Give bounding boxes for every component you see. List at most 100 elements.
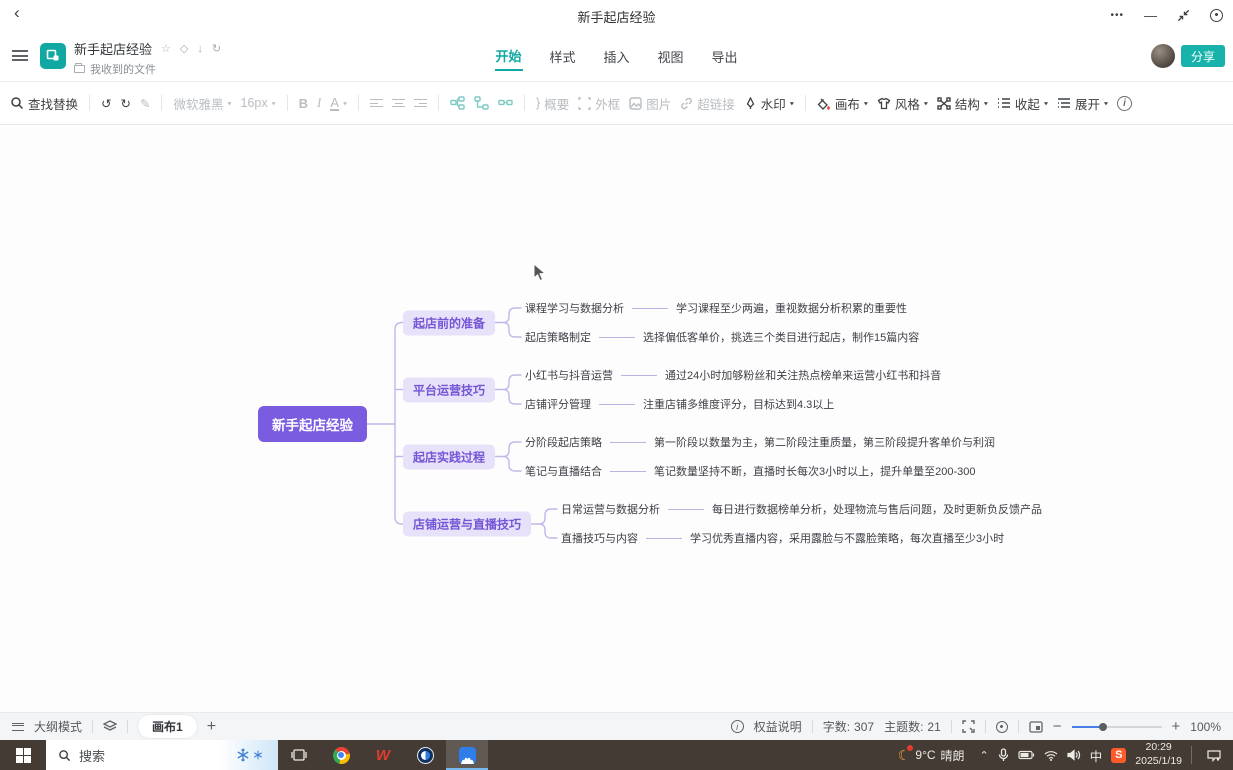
font-color-button[interactable]: A▾ bbox=[330, 96, 347, 111]
mindmap-detail[interactable]: 学习课程至少两遍，重视数据分析积累的重要性 bbox=[676, 300, 907, 316]
expand-button[interactable]: 展开▾ bbox=[1057, 94, 1108, 113]
font-size-select[interactable]: 16px▾ bbox=[241, 96, 276, 110]
mindmap-branch-node[interactable]: 店铺运营与直播技巧 bbox=[403, 512, 531, 537]
align-left-icon[interactable] bbox=[370, 97, 383, 110]
rights-link[interactable]: 权益说明 bbox=[754, 718, 802, 735]
align-right-icon[interactable] bbox=[414, 97, 427, 110]
document-header: 新手起店经验 ☆ ◇ ↓ ↻ 我收到的文件 开始 样式 插入 视图 导出 分享 bbox=[0, 30, 1233, 82]
weather-promo[interactable] bbox=[220, 740, 278, 770]
taskbar-app-chrome[interactable] bbox=[320, 740, 362, 770]
snowflake-icon bbox=[253, 750, 263, 760]
mindmap-detail[interactable]: 第一阶段以数量为主，第二阶段注重质量，第三阶段提升客单价与利润 bbox=[654, 434, 995, 450]
font-name-select[interactable]: 微软雅黑▾ bbox=[173, 94, 231, 113]
mindmap-detail[interactable]: 通过24小时加够粉丝和关注热点榜单来运营小红书和抖音 bbox=[665, 367, 941, 383]
volume-icon[interactable] bbox=[1067, 749, 1081, 761]
mindmap-subtopic[interactable]: 课程学习与数据分析 bbox=[525, 300, 624, 316]
taskbar-search-input[interactable]: 搜索 bbox=[46, 740, 278, 770]
record-icon[interactable] bbox=[1210, 9, 1223, 22]
mindmap-branch-node[interactable]: 起店实践过程 bbox=[403, 444, 495, 469]
mindmap-subtopic[interactable]: 分阶段起店策略 bbox=[525, 434, 602, 450]
mindmap-detail[interactable]: 每日进行数据榜单分析，处理物流与售后问题，及时更新负反馈产品 bbox=[712, 501, 1042, 517]
mindmap-detail[interactable]: 学习优秀直播内容，采用露脸与不露脸策略，每次直播至少3小时 bbox=[690, 530, 1004, 546]
ime-indicator[interactable]: 中 bbox=[1090, 746, 1103, 765]
file-name[interactable]: 新手起店经验 bbox=[74, 39, 152, 58]
redo-button[interactable]: ↻ bbox=[121, 96, 131, 111]
mindmap-subtopic[interactable]: 起店策略制定 bbox=[525, 329, 591, 345]
italic-button[interactable]: I bbox=[317, 95, 321, 111]
align-center-icon[interactable] bbox=[392, 97, 405, 110]
mindmap-detail[interactable]: 注重店铺多维度评分，目标达到4.3以上 bbox=[643, 396, 834, 412]
mindmap-detail[interactable]: 笔记数量坚持不断，直播时长每次3小时以上，提升单量至200-300 bbox=[654, 463, 976, 479]
locate-center-icon[interactable] bbox=[996, 721, 1008, 733]
style-button[interactable]: 风格▾ bbox=[877, 94, 928, 113]
outline-button[interactable]: }概要 bbox=[536, 94, 569, 113]
zoom-slider[interactable] bbox=[1072, 726, 1162, 728]
minimap-icon[interactable] bbox=[1029, 721, 1043, 733]
task-view-button[interactable] bbox=[278, 740, 320, 770]
mindmap-subtopic[interactable]: 直播技巧与内容 bbox=[561, 530, 638, 546]
tab-style[interactable]: 样式 bbox=[548, 43, 576, 70]
taskbar-app-mindmap[interactable] bbox=[446, 740, 488, 770]
insert-subtopic-icon[interactable] bbox=[450, 96, 465, 110]
mindmap-branch-node[interactable]: 起店前的准备 bbox=[403, 310, 495, 335]
zoom-out-button[interactable]: − bbox=[1053, 718, 1062, 735]
find-replace-button[interactable]: 查找替换 bbox=[10, 94, 78, 113]
image-button[interactable]: 图片 bbox=[629, 94, 671, 113]
sheet-tab-canvas1[interactable]: 画布1 bbox=[138, 715, 197, 738]
tab-start[interactable]: 开始 bbox=[494, 42, 522, 71]
bold-button[interactable]: B bbox=[299, 96, 308, 111]
tag-icon[interactable]: ◇ bbox=[180, 42, 188, 55]
more-options-icon[interactable]: ••• bbox=[1110, 10, 1124, 21]
history-icon[interactable]: ↻ bbox=[212, 42, 221, 55]
clock-widget[interactable]: 20:29 2025/1/19 bbox=[1135, 741, 1182, 768]
mindmap-subtopic[interactable]: 笔记与直播结合 bbox=[525, 463, 602, 479]
share-button[interactable]: 分享 bbox=[1181, 45, 1225, 67]
app-logo-icon[interactable] bbox=[40, 43, 66, 69]
canvas-button[interactable]: 画布▾ bbox=[817, 94, 868, 113]
tab-insert[interactable]: 插入 bbox=[602, 43, 630, 70]
sogou-icon[interactable]: S bbox=[1111, 748, 1126, 763]
tab-view[interactable]: 视图 bbox=[657, 43, 685, 70]
mindmap-subtopic[interactable]: 店铺评分管理 bbox=[525, 396, 591, 412]
undo-button[interactable]: ↺ bbox=[101, 96, 111, 111]
minimize-icon[interactable]: — bbox=[1144, 8, 1157, 23]
tab-export[interactable]: 导出 bbox=[711, 43, 739, 70]
menu-icon[interactable] bbox=[12, 50, 28, 61]
wifi-icon[interactable] bbox=[1044, 750, 1058, 761]
collapse-button[interactable]: 收起▾ bbox=[997, 94, 1048, 113]
mindmap-canvas[interactable]: 新手起店经验 起店前的准备平台运营技巧起店实践过程店铺运营与直播技巧 课程学习与数据… bbox=[0, 125, 1233, 712]
zoom-in-button[interactable]: + bbox=[1172, 718, 1181, 735]
fit-screen-icon[interactable] bbox=[962, 720, 975, 733]
watermark-button[interactable]: 水印▾ bbox=[744, 94, 794, 113]
layers-icon[interactable] bbox=[103, 720, 117, 733]
add-sheet-button[interactable]: + bbox=[207, 718, 216, 736]
mindmap-detail[interactable]: 选择偏低客单价，挑选三个类目进行起店，制作15篇内容 bbox=[643, 329, 919, 345]
hyperlink-button[interactable]: 超链接 bbox=[680, 94, 735, 113]
mindmap-subtopic[interactable]: 日常运营与数据分析 bbox=[561, 501, 660, 517]
insert-parent-icon[interactable] bbox=[498, 96, 513, 110]
folder-path[interactable]: 我收到的文件 bbox=[90, 61, 156, 77]
start-button[interactable] bbox=[0, 740, 46, 770]
mindmap-subtopic[interactable]: 小红书与抖音运营 bbox=[525, 367, 613, 383]
download-icon[interactable]: ↓ bbox=[197, 43, 203, 55]
star-icon[interactable]: ☆ bbox=[161, 42, 171, 55]
structure-button[interactable]: 结构▾ bbox=[937, 94, 988, 113]
avatar[interactable] bbox=[1151, 44, 1175, 68]
restore-icon[interactable] bbox=[1177, 9, 1190, 22]
mindmap-branch-node[interactable]: 平台运营技巧 bbox=[403, 377, 495, 402]
mindmap-root-node[interactable]: 新手起店经验 bbox=[258, 406, 367, 442]
frame-button[interactable]: 外框 bbox=[578, 94, 620, 113]
help-button[interactable]: i bbox=[1117, 96, 1132, 111]
outline-mode-button[interactable]: 大纲模式 bbox=[34, 718, 82, 735]
tray-expand-icon[interactable]: ⌃ bbox=[980, 749, 989, 762]
action-center-button[interactable] bbox=[1201, 749, 1227, 762]
battery-icon[interactable] bbox=[1018, 750, 1035, 760]
taskbar-app-browser[interactable] bbox=[404, 740, 446, 770]
notification-icon bbox=[1207, 749, 1221, 762]
microphone-icon[interactable] bbox=[998, 748, 1009, 762]
format-painter-button[interactable]: ✎ bbox=[140, 96, 150, 111]
task-view-icon bbox=[291, 748, 307, 762]
insert-sibling-icon[interactable] bbox=[474, 96, 489, 110]
weather-widget[interactable]: ☾ 9°C 晴朗 bbox=[892, 747, 971, 764]
taskbar-app-wps[interactable]: W bbox=[362, 740, 404, 770]
